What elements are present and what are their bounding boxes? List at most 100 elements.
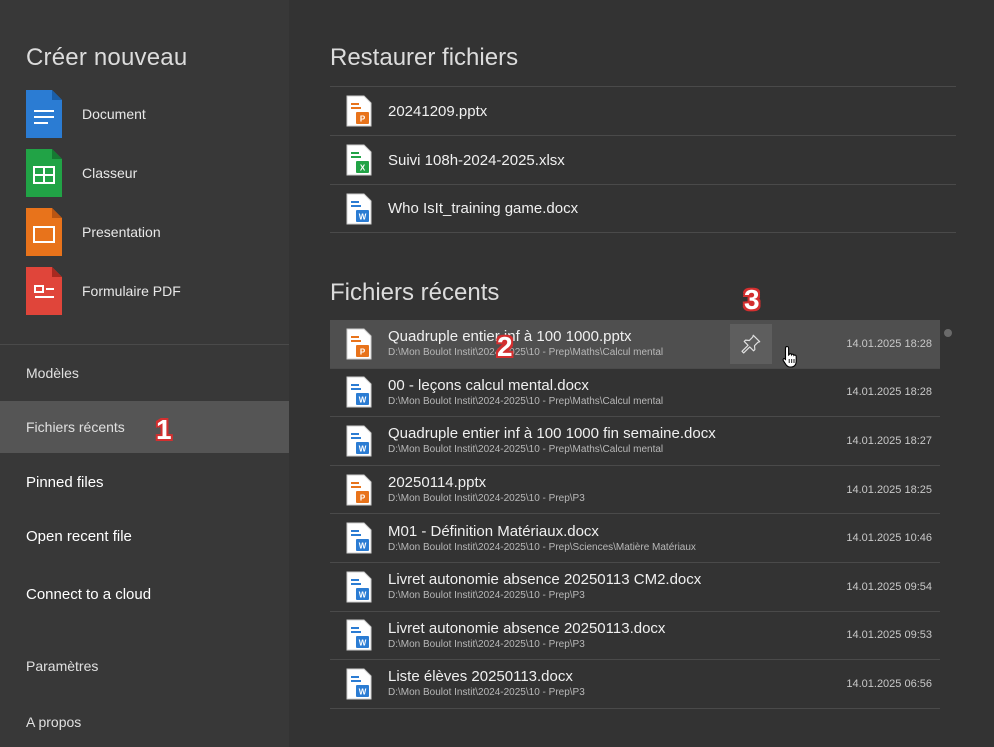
recent-file-name: Quadruple entier inf à 100 1000 fin sema…: [388, 425, 716, 443]
pptx-file-icon: P: [346, 328, 372, 360]
recent-file-name: Livret autonomie absence 20250113.docx: [388, 619, 666, 637]
docx-file-icon: W: [346, 571, 372, 603]
docx-file-icon: W: [346, 425, 372, 457]
nav-item-open-recent-file[interactable]: Open recent file: [0, 510, 289, 562]
main-panel: Restaurer fichiers P 20241209.pptx X Sui…: [289, 0, 994, 747]
pdf-form-icon: [26, 267, 62, 315]
sidebar: Créer nouveau Document Classeur Presenta…: [0, 0, 289, 747]
create-spreadsheet-label: Classeur: [82, 165, 138, 181]
restore-file-row[interactable]: X Suivi 108h-2024-2025.xlsx: [330, 135, 956, 184]
recent-file-path: D:\Mon Boulot Instit\2024-2025\10 - Prep…: [388, 493, 585, 505]
svg-text:W: W: [359, 542, 367, 551]
create-document-button[interactable]: Document: [26, 90, 266, 138]
recent-file-path: D:\Mon Boulot Instit\2024-2025\10 - Prep…: [388, 638, 585, 650]
presentation-icon: [26, 208, 62, 256]
recent-file-date: 14.01.2025 18:25: [846, 483, 932, 496]
restore-file-row[interactable]: W Who IsIt_training game.docx: [330, 184, 956, 233]
svg-text:P: P: [360, 493, 366, 502]
svg-text:W: W: [359, 639, 367, 648]
recent-file-info: Quadruple entier inf à 100 1000.pptx D:\M…: [388, 328, 663, 359]
recent-file-row[interactable]: W Liste élèves 20250113.docx D:\Mon Boulot…: [330, 660, 940, 709]
recent-file-date: 14.01.2025 10:46: [846, 532, 932, 545]
nav-item-recent-files[interactable]: Fichiers récents: [0, 401, 289, 453]
recent-file-path: D:\Mon Boulot Instit\2024-2025\10 - Prep…: [388, 395, 664, 407]
recent-file-info: Livret autonomie absence 20250113.docx D:…: [388, 620, 665, 651]
recent-file-info: Quadruple entier inf à 100 1000 fin sema…: [388, 425, 716, 456]
recent-files-title: Fichiers récents: [330, 279, 500, 306]
create-document-label: Document: [82, 106, 146, 122]
docx-file-icon: W: [346, 619, 372, 651]
create-spreadsheet-button[interactable]: Classeur: [26, 149, 266, 197]
recent-file-row[interactable]: P 20250114.pptx D:\Mon Boulot Instit\2024-…: [330, 466, 940, 515]
annotation-marker-1: 1: [156, 414, 172, 445]
recent-file-row[interactable]: P Quadruple entier inf à 100 1000.pptx D:\…: [330, 320, 940, 369]
recent-file-name: Quadruple entier inf à 100 1000.pptx: [388, 328, 632, 346]
create-new-title: Créer nouveau: [26, 44, 188, 71]
annotation-marker-2: 2: [497, 331, 513, 362]
svg-text:W: W: [359, 396, 367, 405]
recent-file-path: D:\Mon Boulot Instit\2024-2025\10 - Prep…: [388, 347, 664, 359]
annotation-marker-3: 3: [744, 284, 760, 315]
restore-files-list: P 20241209.pptx X Suivi 108h-2024-2025.x…: [330, 86, 956, 233]
svg-text:W: W: [359, 212, 367, 221]
nav-item-pinned-files[interactable]: Pinned files: [0, 456, 289, 508]
pin-file-button[interactable]: [730, 324, 772, 364]
docx-file-icon: W: [346, 376, 372, 408]
recent-file-info: Livret autonomie absence 20250113 CM2.do…: [388, 571, 701, 602]
create-pdf-form-button[interactable]: Formulaire PDF: [26, 267, 266, 315]
recent-file-date: 14.01.2025 18:28: [846, 386, 932, 399]
recent-file-date: 14.01.2025 06:56: [846, 677, 932, 690]
nav-item-settings[interactable]: Paramètres: [0, 640, 289, 692]
recent-file-date: 14.01.2025 09:53: [846, 629, 932, 642]
nav-item-models[interactable]: Modèles: [0, 347, 289, 399]
recent-file-name: Livret autonomie absence 20250113 CM2.do…: [388, 571, 702, 589]
recent-file-row[interactable]: W Livret autonomie absence 20250113.docx D…: [330, 612, 940, 661]
recent-file-name: Liste élèves 20250113.docx: [388, 668, 573, 686]
recent-file-date: 14.01.2025 18:27: [846, 434, 932, 447]
recent-file-path: D:\Mon Boulot Instit\2024-2025\10 - Prep…: [388, 590, 585, 602]
scrollbar-handle[interactable]: [944, 329, 952, 337]
restore-files-title: Restaurer fichiers: [330, 44, 519, 71]
svg-text:W: W: [359, 444, 367, 453]
svg-text:W: W: [359, 687, 367, 696]
recent-file-row[interactable]: W Quadruple entier inf à 100 1000 fin sem…: [330, 417, 940, 466]
sidebar-divider: [0, 344, 289, 345]
recent-file-row[interactable]: W M01 - Définition Matériaux.docx D:\Mon B…: [330, 514, 940, 563]
create-pdf-form-label: Formulaire PDF: [82, 283, 181, 299]
recent-file-info: Liste élèves 20250113.docx D:\Mon Boulot …: [388, 668, 585, 699]
recent-files-list: P Quadruple entier inf à 100 1000.pptx D:\…: [330, 320, 940, 709]
docx-file-icon: W: [346, 668, 372, 700]
recent-file-info: 00 - leçons calcul mental.docx D:\Mon Bou…: [388, 377, 663, 408]
docx-file-icon: W: [346, 193, 372, 224]
recent-file-row[interactable]: W 00 - leçons calcul mental.docx D:\Mon Bo…: [330, 369, 940, 418]
recent-file-path: D:\Mon Boulot Instit\2024-2025\10 - Prep…: [388, 541, 696, 553]
spreadsheet-icon: [26, 149, 62, 197]
pptx-file-icon: P: [346, 95, 372, 127]
pin-icon: [741, 334, 761, 354]
recent-file-path: D:\Mon Boulot Instit\2024-2025\10 - Prep…: [388, 687, 585, 699]
recent-file-date: 14.01.2025 09:54: [846, 580, 932, 593]
recent-file-name: M01 - Définition Matériaux.docx: [388, 522, 599, 540]
create-presentation-label: Presentation: [82, 224, 161, 240]
nav-item-about[interactable]: A propos: [0, 696, 289, 747]
word-doc-icon: [26, 90, 62, 138]
recent-file-name: 20250114.pptx: [388, 474, 487, 492]
svg-text:P: P: [360, 115, 366, 124]
recent-file-path: D:\Mon Boulot Instit\2024-2025\10 - Prep…: [388, 444, 664, 456]
nav-item-connect-cloud[interactable]: Connect to a cloud: [0, 568, 289, 620]
hand-cursor-icon: [782, 345, 797, 368]
recent-file-row[interactable]: W Livret autonomie absence 20250113 CM2.d…: [330, 563, 940, 612]
svg-text:W: W: [359, 590, 367, 599]
restore-file-name: Suivi 108h-2024-2025.xlsx: [388, 151, 565, 169]
xlsx-file-icon: X: [346, 144, 372, 176]
recent-file-date: 14.01.2025 18:28: [846, 337, 932, 350]
pptx-file-icon: P: [346, 474, 372, 506]
svg-text:X: X: [360, 164, 366, 173]
docx-file-icon: W: [346, 522, 372, 554]
recent-file-name: 00 - leçons calcul mental.docx: [388, 376, 589, 394]
restore-file-row[interactable]: P 20241209.pptx: [330, 86, 956, 135]
restore-file-name: 20241209.pptx: [388, 102, 488, 120]
recent-file-info: 20250114.pptx D:\Mon Boulot Instit\2024-2…: [388, 474, 585, 505]
create-presentation-button[interactable]: Presentation: [26, 208, 266, 256]
recent-file-info: M01 - Définition Matériaux.docx D:\Mon Bo…: [388, 523, 696, 554]
